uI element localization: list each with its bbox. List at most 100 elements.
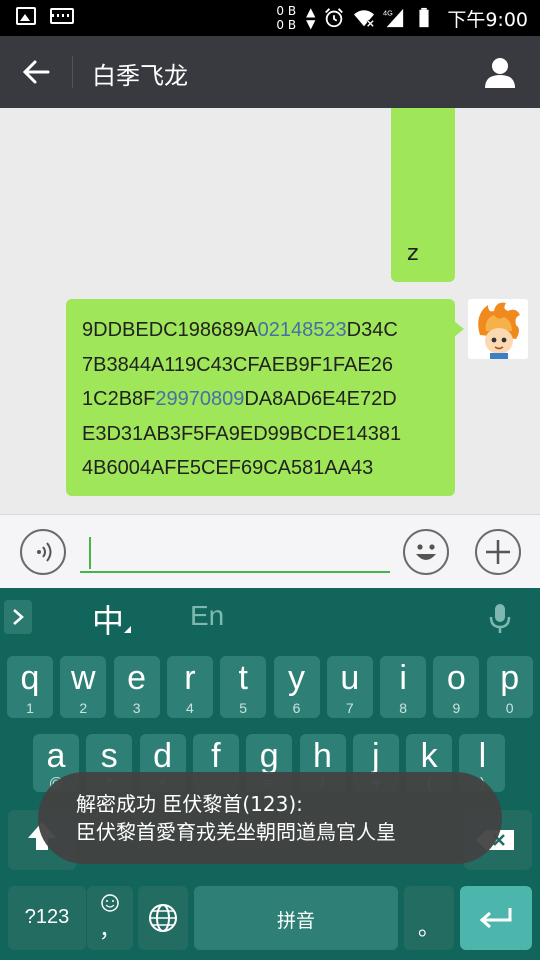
key-sublabel: 6 (292, 700, 301, 716)
toast-line-1: 解密成功 臣伏黎首(123): (76, 792, 303, 816)
key-label: u (340, 659, 360, 697)
chat-area[interactable]: z 9DDBEDC198689A02148523D34C 7B3844A119C4… (0, 108, 540, 514)
toast-message: 解密成功 臣伏黎首(123): 臣伏黎首愛育戎羌坐朝問道鳥官人皇 (38, 772, 502, 864)
voice-input-button[interactable] (20, 529, 66, 575)
voice-icon (37, 542, 52, 562)
toast-line-2: 臣伏黎首愛育戎羌坐朝問道鳥官人皇 (76, 820, 396, 844)
period-key-label: 。 (417, 915, 440, 940)
avatar-image (468, 299, 528, 359)
key-sublabel: 0 (505, 700, 514, 716)
message-text-segment: 7B3844A119C43CFAEB9F1FAE26 (82, 353, 393, 376)
key-label: s (100, 737, 118, 775)
chinese-mode-tab[interactable]: 中 (92, 596, 124, 642)
key-label: o (446, 659, 466, 697)
key-sublabel: 5 (239, 700, 248, 716)
space-key-label: 拼音 (276, 911, 315, 932)
key-label: r (184, 659, 196, 697)
key-label: q (20, 659, 40, 697)
more-functions-button[interactable] (475, 529, 521, 575)
message-text-segment: 1C2B8F (82, 388, 156, 410)
key-q[interactable]: q1 (7, 656, 53, 718)
enter-key[interactable] (460, 886, 532, 950)
key-label: i (399, 659, 407, 697)
key-label: g (259, 737, 279, 775)
status-bar: 0 B 0 B ▲ ▼ 4G 下午9:00 (0, 0, 540, 36)
key-sublabel: 2 (79, 700, 88, 716)
key-label: k (420, 737, 438, 775)
data-arrows-icon: ▲ ▼ (306, 5, 316, 31)
message-line: E3D31AB3F5FA9ED99BCDE14381 (82, 417, 455, 452)
data-up-text: 0 B (276, 4, 297, 18)
key-y[interactable]: y6 (273, 656, 320, 718)
network-type-text: 4G (383, 8, 393, 17)
emoji-punct-key[interactable]: ， (87, 886, 133, 950)
contact-profile-icon[interactable] (482, 54, 518, 90)
microphone-icon[interactable] (486, 602, 514, 634)
phone-number-link[interactable]: 29970809 (155, 388, 244, 410)
key-label: t (238, 659, 248, 697)
message-bubble-cipher[interactable]: 9DDBEDC198689A02148523D34C 7B3844A119C43C… (66, 299, 464, 496)
key-label: a (46, 737, 66, 775)
key-o[interactable]: o9 (433, 656, 480, 718)
text-cursor (89, 537, 91, 569)
key-label: d (153, 737, 173, 775)
app-bar: 白季飞龙 (0, 36, 540, 108)
message-line: 1C2B8F29970809DA8AD6E4E72D (82, 382, 455, 417)
key-label: y (288, 659, 305, 697)
keyboard-notification-icon (50, 8, 74, 24)
battery-icon (419, 7, 429, 28)
smiley-icon (416, 544, 436, 560)
message-text-segment: D34C (346, 319, 398, 341)
data-down-text: 0 B (276, 18, 297, 32)
image-notification-icon (16, 7, 36, 25)
message-text-segment: 4B6004AFE5CEF69CA581AA43 (82, 457, 374, 479)
english-mode-tab[interactable]: En (190, 600, 224, 632)
period-key[interactable]: 。 (404, 886, 454, 950)
data-traffic: 0 B 0 B (276, 4, 296, 32)
key-r[interactable]: r4 (166, 656, 213, 718)
key-i[interactable]: i8 (380, 656, 427, 718)
message-line: 7B3844A119C43CFAEB9F1FAE26 (82, 348, 455, 383)
key-label: p (500, 659, 520, 697)
key-u[interactable]: u7 (326, 656, 373, 718)
key-sublabel: 1 (26, 700, 34, 716)
phone-number-link[interactable]: 02148523 (258, 319, 347, 341)
message-text-segment: E3D31AB3F5FA9ED99BCDE14381 (82, 422, 402, 445)
input-bar (0, 514, 540, 588)
back-arrow-icon[interactable] (18, 54, 54, 90)
alarm-icon (325, 8, 344, 28)
key-sublabel: 4 (185, 700, 194, 716)
clock: 下午9:00 (447, 8, 528, 31)
message-input[interactable] (80, 535, 390, 573)
numbers-key-label: ?123 (24, 906, 70, 928)
wifi-icon (354, 10, 375, 28)
keyboard-toolbar: 中 En (0, 588, 540, 646)
language-key[interactable] (138, 886, 188, 950)
key-p[interactable]: p0 (486, 656, 533, 718)
space-key[interactable]: 拼音 (194, 886, 398, 950)
key-e[interactable]: e3 (113, 656, 160, 718)
key-sublabel: 8 (399, 700, 407, 716)
key-w[interactable]: w2 (60, 656, 107, 718)
enter-icon (479, 908, 512, 929)
message-bubble[interactable]: z (391, 108, 455, 282)
keyboard-expand-button[interactable] (4, 600, 32, 634)
comma-label: ， (98, 917, 121, 942)
key-label: l (478, 737, 487, 775)
chat-title: 白季飞龙 (92, 62, 188, 90)
key-label: h (313, 737, 332, 775)
key-label: e (127, 659, 147, 697)
numbers-key[interactable]: ?123 (8, 886, 86, 950)
key-label: w (71, 659, 96, 697)
emoji-button[interactable] (403, 529, 449, 575)
key-t[interactable]: t5 (220, 656, 267, 718)
message-text: z (407, 241, 419, 266)
key-sublabel: 3 (132, 700, 141, 716)
message-line: 4B6004AFE5CEF69CA581AA43 (82, 451, 455, 486)
message-text-segment: DA8AD6E4E72D (244, 388, 397, 410)
key-sublabel: 7 (345, 700, 354, 716)
message-line: 9DDBEDC198689A02148523D34C (82, 313, 455, 348)
chevron-right-icon (13, 609, 24, 625)
key-sublabel: 9 (452, 700, 461, 716)
avatar[interactable] (468, 299, 528, 359)
